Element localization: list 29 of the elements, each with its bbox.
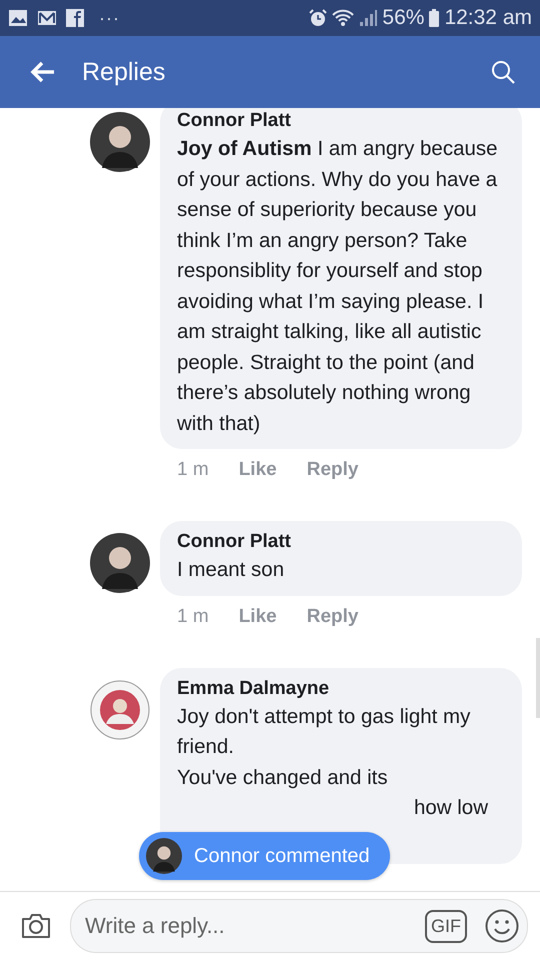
timestamp: 1 m [177,606,209,628]
comment-text: Joy of Autism I am angry because of your actions. Why do you have a sense of superiority because you think I’m an angry person? Take responsiblity for yourself and stop avoiding what I’m saying please. I am straight talking, like all autistic people. Straight to the point (and there’s absolutely nothing wrong with that) [177,136,499,436]
reply-field[interactable]: Write a reply... GIF [70,899,528,953]
emoji-icon[interactable] [485,909,519,943]
timestamp: 1 m [177,459,209,481]
toast-label: Connor commented [194,844,370,868]
alarm-icon [309,9,328,27]
back-icon[interactable] [30,61,56,83]
wifi-icon [332,9,354,27]
signal-icon [359,9,378,27]
author-name[interactable]: Connor Platt [177,110,506,132]
comment-text: how low [414,795,488,821]
gallery-icon [8,9,28,27]
author-name[interactable]: Connor Platt [177,531,506,553]
avatar[interactable] [90,533,150,593]
clock: 12:32 am [444,6,532,30]
more-indicator: ··· [99,8,120,28]
camera-icon[interactable] [20,912,52,940]
gif-button[interactable]: GIF [425,910,467,942]
battery-percent: 56% [382,6,424,30]
page-title: Replies [82,58,166,86]
battery-icon [429,9,440,27]
mail-icon [37,10,57,26]
app-icon [66,9,84,27]
avatar [146,838,182,874]
avatar[interactable] [90,112,150,172]
search-icon[interactable] [490,59,516,85]
comment-text: I meant son [177,557,286,583]
author-name[interactable]: Emma Dalmayne [177,678,506,700]
